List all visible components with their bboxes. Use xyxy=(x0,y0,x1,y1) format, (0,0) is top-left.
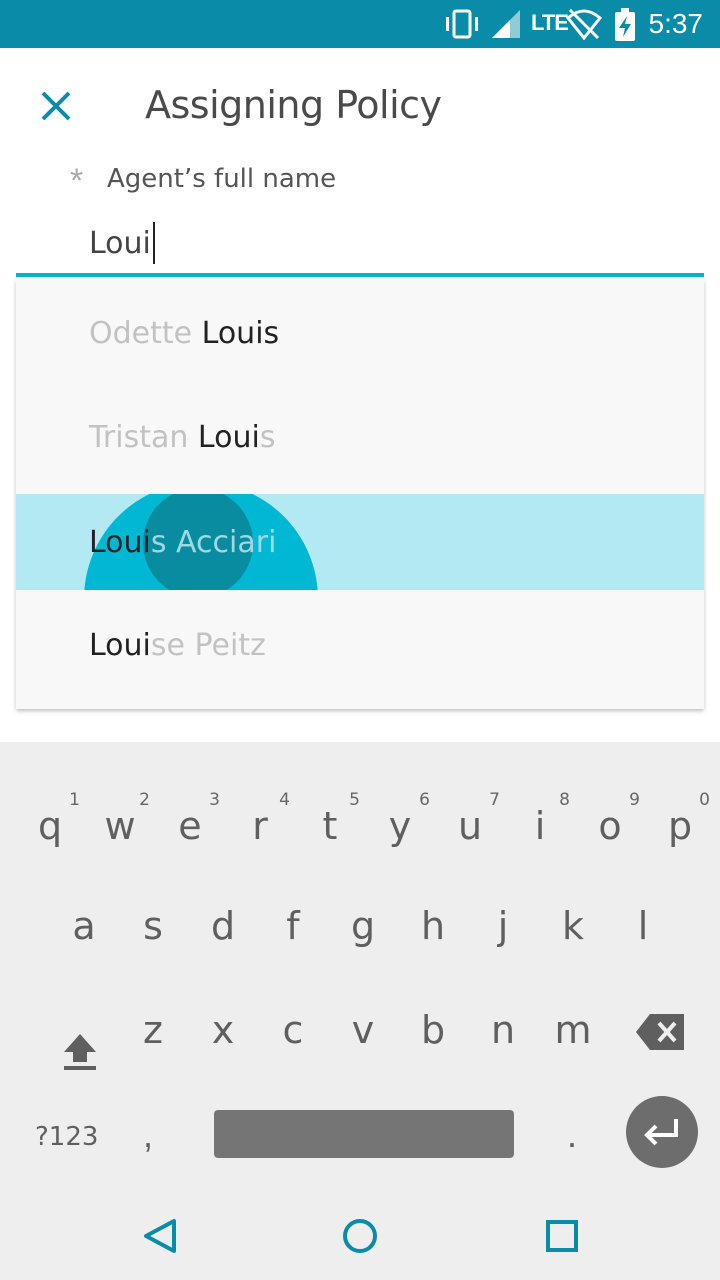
key-u[interactable]: u7 xyxy=(440,790,500,848)
key-w[interactable]: w2 xyxy=(90,790,150,848)
back-button[interactable] xyxy=(136,1212,184,1260)
close-button[interactable] xyxy=(30,80,82,132)
suggestion-dropdown: Odette Louis Tristan Louis Louis Acciari… xyxy=(16,279,704,709)
suggestion-match: Loui xyxy=(89,627,151,663)
back-triangle-icon xyxy=(144,1219,176,1253)
backspace-icon xyxy=(636,1014,684,1050)
agent-name-value: Loui xyxy=(89,225,151,261)
key-letter: p xyxy=(667,804,693,848)
key-letter: i xyxy=(534,804,546,848)
suggestion-prefix: Tristan xyxy=(89,419,198,455)
key-number-hint: 7 xyxy=(489,790,500,810)
enter-icon xyxy=(644,1119,678,1146)
key-x[interactable]: x xyxy=(193,1008,253,1052)
suggestion-item[interactable]: Odette Louis xyxy=(16,281,704,385)
key-g[interactable]: g xyxy=(333,904,393,948)
key-i[interactable]: i8 xyxy=(510,790,570,848)
enter-key[interactable] xyxy=(626,1096,698,1168)
key-letter: w xyxy=(104,804,136,848)
status-time: 5:37 xyxy=(648,8,704,39)
required-marker: * xyxy=(70,162,84,200)
key-number-hint: 4 xyxy=(279,790,290,810)
comma-key[interactable]: , xyxy=(143,1114,153,1156)
wifi-off-icon xyxy=(566,8,602,40)
shift-key[interactable] xyxy=(62,1032,98,1081)
space-key[interactable] xyxy=(214,1110,514,1158)
input-underline xyxy=(16,273,704,277)
key-letter: y xyxy=(388,804,412,848)
key-k[interactable]: k xyxy=(543,904,603,948)
navigation-bar xyxy=(0,1192,720,1280)
key-o[interactable]: o9 xyxy=(580,790,640,848)
soft-keyboard: ?123 , . q1w2e3r4t5y6u7i8o9p0asdfghjklzx… xyxy=(0,742,720,1192)
suggestion-item[interactable]: Tristan Louis xyxy=(16,385,704,489)
suggestion-suffix: se Peitz xyxy=(150,627,266,663)
key-number-hint: 6 xyxy=(419,790,430,810)
key-r[interactable]: r4 xyxy=(230,790,290,848)
agent-name-label: Agent’s full name xyxy=(107,164,337,194)
home-button[interactable] xyxy=(336,1212,384,1260)
key-number-hint: 3 xyxy=(209,790,220,810)
suggestion-match: Louis xyxy=(201,315,280,351)
battery-charging-icon xyxy=(615,8,635,41)
recents-square-icon xyxy=(546,1220,578,1252)
suggestion-suffix: s Acciari xyxy=(150,524,277,560)
key-l[interactable]: l xyxy=(613,904,673,948)
agent-name-input[interactable]: Loui xyxy=(89,222,155,264)
page-title: Assigning Policy xyxy=(145,83,442,127)
key-s[interactable]: s xyxy=(123,904,183,948)
key-q[interactable]: q1 xyxy=(20,790,80,848)
network-type: LTE xyxy=(531,10,569,35)
shift-icon xyxy=(64,1034,96,1070)
key-number-hint: 0 xyxy=(699,790,710,810)
text-caret xyxy=(152,222,155,264)
key-letter: o xyxy=(598,804,622,848)
signal-icon xyxy=(492,10,520,38)
suggestion-item-pressed[interactable]: Louis Acciari xyxy=(16,494,704,590)
vibrate-icon xyxy=(446,9,478,39)
key-e[interactable]: e3 xyxy=(160,790,220,848)
key-v[interactable]: v xyxy=(333,1008,393,1052)
key-n[interactable]: n xyxy=(473,1008,533,1052)
key-a[interactable]: a xyxy=(54,904,114,948)
key-c[interactable]: c xyxy=(263,1008,323,1052)
home-circle-icon xyxy=(343,1219,377,1253)
suggestion-match: Loui xyxy=(197,419,260,455)
key-m[interactable]: m xyxy=(543,1008,603,1052)
status-bar: LTE 5:37 xyxy=(0,0,720,48)
key-letter: e xyxy=(178,804,202,848)
key-number-hint: 8 xyxy=(559,790,570,810)
suggestion-item[interactable]: Louise Peitz xyxy=(16,593,704,697)
suggestion-match: Loui xyxy=(89,524,151,560)
key-letter: u xyxy=(457,804,483,848)
key-d[interactable]: d xyxy=(193,904,253,948)
key-number-hint: 5 xyxy=(349,790,360,810)
key-y[interactable]: y6 xyxy=(370,790,430,848)
key-letter: t xyxy=(322,804,338,848)
key-b[interactable]: b xyxy=(403,1008,463,1052)
suggestion-prefix: Odette xyxy=(89,315,202,351)
key-number-hint: 1 xyxy=(69,790,80,810)
period-key[interactable]: . xyxy=(567,1114,577,1156)
key-f[interactable]: f xyxy=(263,904,323,948)
key-z[interactable]: z xyxy=(123,1008,183,1052)
key-letter: r xyxy=(252,804,268,848)
key-p[interactable]: p0 xyxy=(650,790,710,848)
close-icon xyxy=(41,91,71,121)
key-t[interactable]: t5 xyxy=(300,790,360,848)
backspace-key[interactable] xyxy=(636,1012,686,1061)
symbols-key[interactable]: ?123 xyxy=(35,1122,98,1152)
recents-button[interactable] xyxy=(538,1212,586,1260)
key-j[interactable]: j xyxy=(473,904,533,948)
key-h[interactable]: h xyxy=(403,904,463,948)
key-number-hint: 9 xyxy=(629,790,640,810)
key-letter: q xyxy=(37,804,63,848)
suggestion-suffix: s xyxy=(259,419,276,455)
key-number-hint: 2 xyxy=(139,790,150,810)
